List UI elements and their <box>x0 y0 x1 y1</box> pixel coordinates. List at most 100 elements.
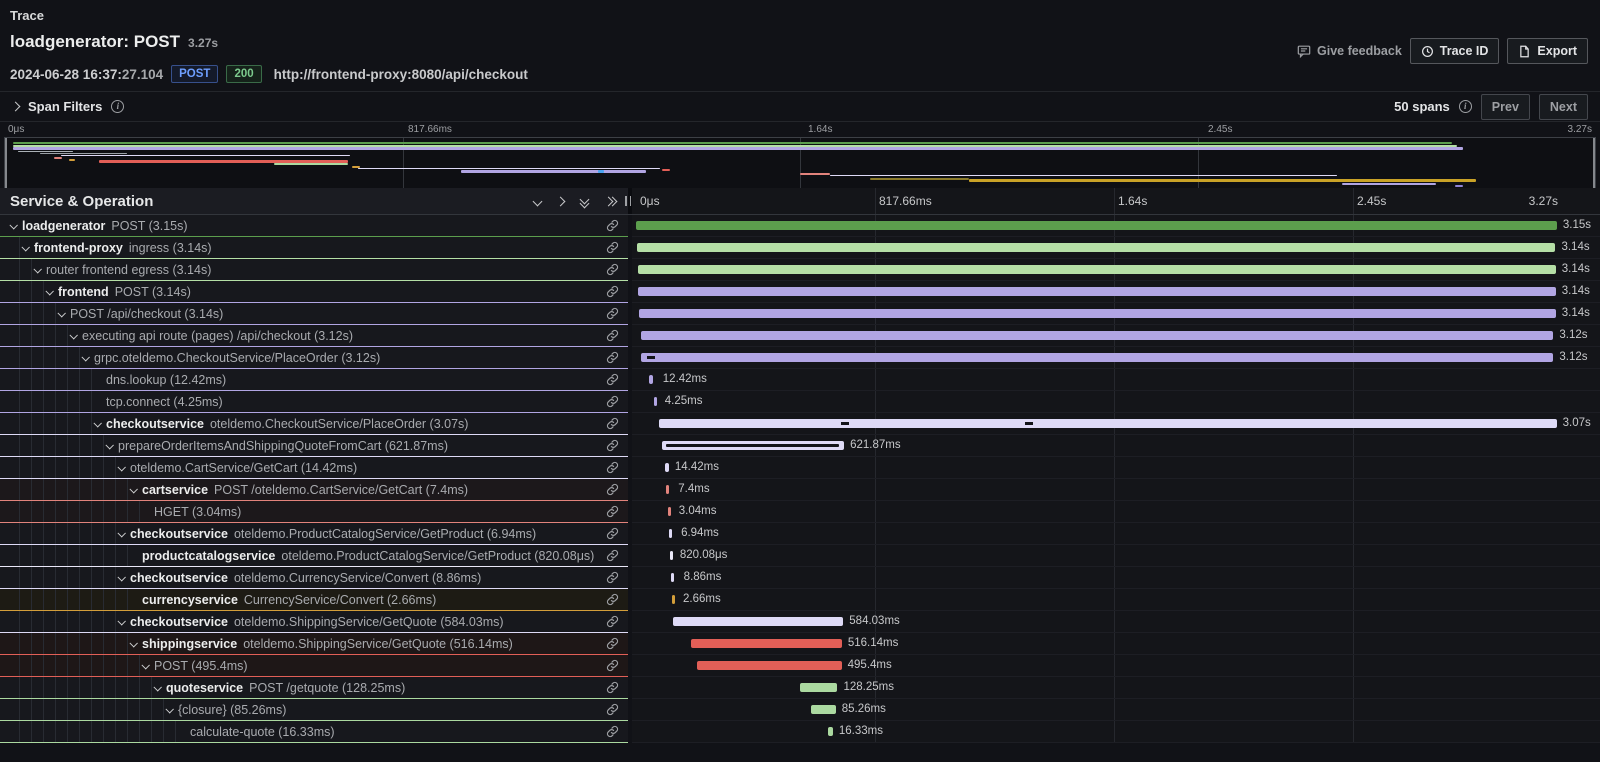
expand-chevron-icon[interactable] <box>45 287 53 295</box>
span-name-cell[interactable]: loadgeneratorPOST (3.15s) <box>0 215 628 237</box>
expand-chevron-icon[interactable] <box>129 485 137 493</box>
expand-chevron-icon[interactable] <box>57 309 65 317</box>
span-link-icon[interactable] <box>606 417 619 430</box>
span-name-cell[interactable]: dns.lookup (12.42ms) <box>0 369 628 391</box>
span-link-icon[interactable] <box>606 241 619 254</box>
span-link-icon[interactable] <box>606 725 619 738</box>
span-name-cell[interactable]: executing api route (pages) /api/checkou… <box>0 325 628 347</box>
expand-chevron-icon[interactable] <box>117 529 125 537</box>
span-name-cell[interactable]: checkoutserviceoteldemo.CurrencyService/… <box>0 567 628 589</box>
trace-id-button[interactable]: Trace ID <box>1410 38 1500 64</box>
expand-chevron-icon[interactable] <box>117 617 125 625</box>
span-name-cell[interactable]: POST /api/checkout (3.14s) <box>0 303 628 325</box>
expand-chevron-icon[interactable] <box>69 331 77 339</box>
span-bar[interactable] <box>668 507 671 516</box>
span-bar[interactable] <box>659 419 1557 428</box>
span-bar[interactable] <box>636 221 1557 230</box>
span-bar[interactable] <box>828 727 833 736</box>
span-link-icon[interactable] <box>606 351 619 364</box>
span-name-cell[interactable]: frontendPOST (3.14s) <box>0 281 628 303</box>
span-link-icon[interactable] <box>606 307 619 320</box>
expand-chevron-icon[interactable] <box>117 573 125 581</box>
span-name-cell[interactable]: router frontend egress (3.14s) <box>0 259 628 281</box>
span-link-icon[interactable] <box>606 329 619 342</box>
span-link-icon[interactable] <box>606 549 619 562</box>
span-name-cell[interactable]: POST (495.4ms) <box>0 655 628 677</box>
next-button[interactable]: Next <box>1539 94 1588 120</box>
expand-chevron-icon[interactable] <box>105 441 113 449</box>
span-bar[interactable] <box>649 375 653 384</box>
minimap-left-handle[interactable] <box>5 138 7 188</box>
prev-button[interactable]: Prev <box>1481 94 1530 120</box>
span-link-icon[interactable] <box>606 615 619 628</box>
span-name-cell[interactable]: shippingserviceoteldemo.ShippingService/… <box>0 633 628 655</box>
span-name-cell[interactable]: frontend-proxyingress (3.14s) <box>0 237 628 259</box>
span-name-cell[interactable]: {closure} (85.26ms) <box>0 699 628 721</box>
export-button[interactable]: Export <box>1507 38 1588 64</box>
expand-chevron-icon[interactable] <box>165 705 173 713</box>
span-bar[interactable] <box>691 639 842 648</box>
expand-chevron-icon[interactable] <box>153 683 161 691</box>
span-link-icon[interactable] <box>606 681 619 694</box>
give-feedback-button[interactable]: Give feedback <box>1297 44 1402 58</box>
span-bar[interactable] <box>641 331 1554 340</box>
expand-chevron-icon[interactable] <box>117 463 125 471</box>
span-name-cell[interactable]: cartservicePOST /oteldemo.CartService/Ge… <box>0 479 628 501</box>
span-link-icon[interactable] <box>606 659 619 672</box>
span-link-icon[interactable] <box>606 483 619 496</box>
expand-chevron-icon[interactable] <box>141 661 149 669</box>
span-name-cell[interactable]: checkoutserviceoteldemo.CheckoutService/… <box>0 413 628 435</box>
span-bar[interactable] <box>670 551 673 560</box>
span-bar[interactable] <box>800 683 837 692</box>
span-bar[interactable] <box>666 485 669 494</box>
expand-one-icon[interactable] <box>557 198 564 205</box>
span-name-cell[interactable]: productcatalogserviceoteldemo.ProductCat… <box>0 545 628 567</box>
span-name-cell[interactable]: prepareOrderItemsAndShippingQuoteFromCar… <box>0 435 628 457</box>
span-bar[interactable] <box>671 573 674 582</box>
span-link-icon[interactable] <box>606 703 619 716</box>
expand-chevron-icon[interactable] <box>81 353 89 361</box>
span-filters-toggle[interactable]: Span Filters i <box>12 99 124 114</box>
span-link-icon[interactable] <box>606 439 619 452</box>
minimap-right-handle[interactable] <box>1593 138 1595 188</box>
span-bar[interactable] <box>638 287 1555 296</box>
expand-chevron-icon[interactable] <box>9 221 17 229</box>
expand-chevron-icon[interactable] <box>93 419 101 427</box>
expand-chevron-icon[interactable] <box>21 243 29 251</box>
expand-chevron-icon[interactable] <box>129 639 137 647</box>
expand-chevron-icon[interactable] <box>33 265 41 273</box>
span-name-cell[interactable]: checkoutserviceoteldemo.ShippingService/… <box>0 611 628 633</box>
span-name-cell[interactable]: calculate-quote (16.33ms) <box>0 721 628 743</box>
span-link-icon[interactable] <box>606 571 619 584</box>
span-link-icon[interactable] <box>606 263 619 276</box>
collapse-one-icon[interactable] <box>534 198 541 205</box>
span-link-icon[interactable] <box>606 593 619 606</box>
span-link-icon[interactable] <box>606 505 619 518</box>
span-bar[interactable] <box>641 353 1553 362</box>
span-name-cell[interactable]: tcp.connect (4.25ms) <box>0 391 628 413</box>
span-link-icon[interactable] <box>606 637 619 650</box>
span-bar[interactable] <box>811 705 836 714</box>
span-name-cell[interactable]: HGET (3.04ms) <box>0 501 628 523</box>
span-bar[interactable] <box>662 441 844 450</box>
span-bar[interactable] <box>637 243 1555 252</box>
span-name-cell[interactable]: quoteservicePOST /getquote (128.25ms) <box>0 677 628 699</box>
span-name-cell[interactable]: currencyserviceCurrencyService/Convert (… <box>0 589 628 611</box>
span-bar[interactable] <box>639 309 1556 318</box>
trace-minimap[interactable] <box>4 137 1596 189</box>
span-link-icon[interactable] <box>606 527 619 540</box>
span-bar[interactable] <box>672 595 675 604</box>
collapse-all-icon[interactable] <box>580 196 589 207</box>
span-link-icon[interactable] <box>606 373 619 386</box>
expand-all-icon[interactable] <box>605 196 614 207</box>
span-bar[interactable] <box>673 617 844 626</box>
span-link-icon[interactable] <box>606 285 619 298</box>
span-link-icon[interactable] <box>606 461 619 474</box>
span-link-icon[interactable] <box>606 395 619 408</box>
span-bar[interactable] <box>654 397 657 406</box>
span-name-cell[interactable]: checkoutserviceoteldemo.ProductCatalogSe… <box>0 523 628 545</box>
span-bar[interactable] <box>638 265 1556 274</box>
span-name-cell[interactable]: oteldemo.CartService/GetCart (14.42ms) <box>0 457 628 479</box>
span-bar[interactable] <box>697 661 842 670</box>
span-bar[interactable] <box>665 463 669 472</box>
